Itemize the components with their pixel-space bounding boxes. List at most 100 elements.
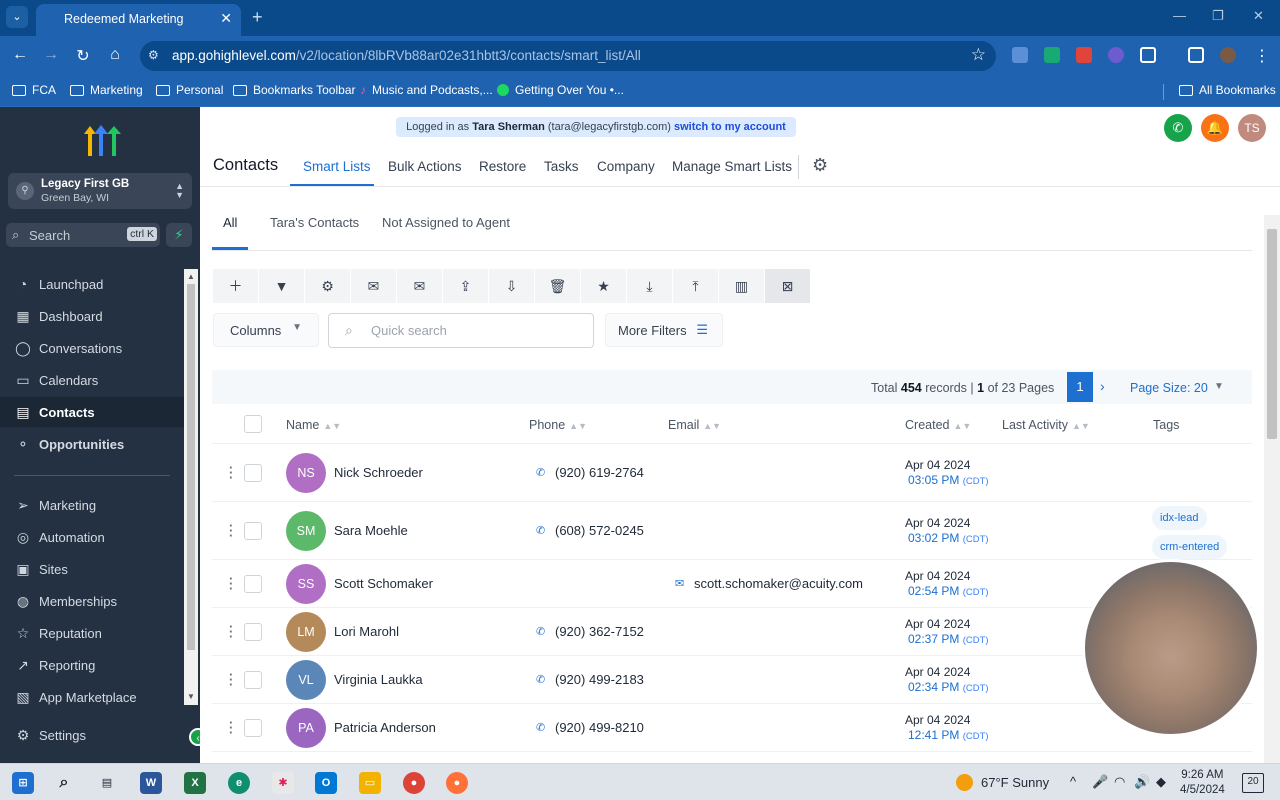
- caret-down-icon[interactable]: ▼: [1214, 381, 1224, 392]
- table-row[interactable]: · · · NS Nick Schroeder ✆ (920) 619-2764 Apr 04…: [212, 444, 1252, 502]
- drag-handle-icon[interactable]: · · ·: [229, 620, 235, 643]
- extension-red-icon[interactable]: [1076, 47, 1092, 63]
- next-page-icon[interactable]: ›: [1100, 378, 1105, 394]
- contact-name[interactable]: Nick Schroeder: [334, 465, 423, 480]
- send-email-icon[interactable]: ✉: [397, 269, 442, 303]
- contact-phone[interactable]: (920) 499-2183: [555, 672, 644, 687]
- phone-call-button[interactable]: ✆: [1164, 114, 1192, 142]
- forward-icon[interactable]: →: [41, 46, 61, 64]
- row-checkbox[interactable]: [244, 719, 262, 737]
- weather-widget[interactable]: 67°F Sunny: [956, 774, 1049, 791]
- new-tab-icon[interactable]: +: [252, 7, 263, 28]
- column-last-activity[interactable]: Last Activity ▲▼: [1002, 418, 1090, 432]
- contact-avatar[interactable]: NS: [286, 453, 326, 493]
- sidebar-item-calendars[interactable]: ▭ Calendars: [0, 365, 184, 395]
- scroll-down-icon[interactable]: ▼: [187, 692, 195, 701]
- sidebar-search[interactable]: ⌕ Search ctrl K: [6, 223, 160, 247]
- excel-icon[interactable]: X: [184, 772, 206, 794]
- contact-avatar[interactable]: PA: [286, 708, 326, 748]
- contact-phone[interactable]: (608) 572-0245: [555, 523, 644, 538]
- row-checkbox[interactable]: [244, 522, 262, 540]
- drag-handle-icon[interactable]: · · ·: [229, 519, 235, 542]
- export-icon[interactable]: ⤓: [627, 269, 672, 303]
- main-scroll-thumb[interactable]: [1267, 229, 1277, 439]
- column-email[interactable]: Email ▲▼: [668, 418, 721, 432]
- reload-icon[interactable]: ↻: [73, 46, 93, 66]
- bookmark-spotify[interactable]: Getting Over You •...: [497, 83, 624, 97]
- contact-phone[interactable]: (920) 619-2764: [555, 465, 644, 480]
- dropbox-icon[interactable]: ◆: [1156, 774, 1166, 790]
- bookmark-personal[interactable]: Personal: [156, 83, 223, 97]
- contact-name[interactable]: Sara Moehle: [334, 523, 408, 538]
- notifications-bell-icon[interactable]: 🔔: [1201, 114, 1229, 142]
- bookmark-fca[interactable]: FCA: [12, 83, 56, 97]
- smart-list-tab-not-assigned[interactable]: Not Assigned to Agent: [382, 215, 510, 230]
- windows-start-icon[interactable]: ⊞: [12, 772, 34, 794]
- search-icon[interactable]: ⌕: [53, 772, 75, 794]
- sidebar-item-reporting[interactable]: ↗ Reporting: [0, 650, 184, 680]
- location-switcher[interactable]: ⚲ Legacy First GB Green Bay, WI ▲ ▼: [8, 173, 192, 209]
- contact-avatar[interactable]: SS: [286, 564, 326, 604]
- slack-icon[interactable]: ✱: [272, 772, 294, 794]
- tab-search-button[interactable]: ⌄: [6, 6, 28, 28]
- word-icon[interactable]: W: [140, 772, 162, 794]
- contact-avatar[interactable]: LM: [286, 612, 326, 652]
- contact-avatar[interactable]: VL: [286, 660, 326, 700]
- sidebar-item-opportunities[interactable]: ⚬ Opportunities: [0, 429, 184, 459]
- quick-actions-button[interactable]: ⚡: [166, 223, 192, 247]
- bookmark-music[interactable]: ♪ Music and Podcasts,...: [360, 83, 493, 97]
- contact-phone[interactable]: (920) 362-7152: [555, 624, 644, 639]
- sidebar-item-marketing[interactable]: ➢ Marketing: [0, 490, 184, 520]
- delete-icon[interactable]: 🗑: [535, 269, 580, 303]
- tab-close-icon[interactable]: ✕: [220, 10, 232, 27]
- row-checkbox[interactable]: [244, 464, 262, 482]
- edge-icon[interactable]: e: [228, 772, 250, 794]
- tab-smart-lists[interactable]: Smart Lists: [303, 159, 371, 174]
- drag-handle-icon[interactable]: · · ·: [229, 668, 235, 691]
- sidebar-item-memberships[interactable]: ◍ Memberships: [0, 586, 184, 616]
- back-icon[interactable]: ←: [10, 46, 30, 64]
- table-row[interactable]: · · · PA Patricia Anderson ✆ (920) 499-8210 Apr…: [212, 704, 1252, 752]
- column-phone[interactable]: Phone ▲▼: [529, 418, 587, 432]
- columns-dropdown[interactable]: Columns ▼: [213, 313, 319, 347]
- extension-green-icon[interactable]: [1044, 47, 1060, 63]
- drag-handle-icon[interactable]: · · ·: [229, 716, 235, 739]
- contact-name[interactable]: Lori Marohl: [334, 624, 399, 639]
- contact-avatar[interactable]: SM: [286, 511, 326, 551]
- add-tag-icon[interactable]: ⇪: [443, 269, 488, 303]
- merge-icon[interactable]: ⊠: [765, 269, 810, 303]
- smart-list-tab-taras-contacts[interactable]: Tara's Contacts: [270, 215, 359, 230]
- smart-list-tab-all[interactable]: All: [223, 215, 237, 230]
- tab-restore[interactable]: Restore: [479, 159, 526, 174]
- profile-avatar-icon[interactable]: [1220, 47, 1236, 63]
- sidebar-item-dashboard[interactable]: ▦ Dashboard: [0, 301, 184, 331]
- bookmark-all[interactable]: All Bookmarks: [1179, 83, 1276, 97]
- contact-name[interactable]: Scott Schomaker: [334, 576, 433, 591]
- side-panel-icon[interactable]: [1188, 47, 1204, 63]
- settings-gear-icon[interactable]: ⚙: [812, 155, 828, 176]
- tab-bulk-actions[interactable]: Bulk Actions: [388, 159, 462, 174]
- table-row[interactable]: · · · SM Sara Moehle ✆ (608) 572-0245 Apr 04 20…: [212, 502, 1252, 560]
- quick-search-field[interactable]: ⌕: [328, 313, 594, 348]
- scroll-up-icon[interactable]: ▲: [187, 272, 195, 281]
- extension-devtools-icon[interactable]: [1012, 47, 1028, 63]
- bookmark-marketing[interactable]: Marketing: [70, 83, 143, 97]
- outlook-icon[interactable]: O: [315, 772, 337, 794]
- page-size-select[interactable]: Page Size: 20: [1130, 381, 1208, 395]
- user-avatar[interactable]: TS: [1238, 114, 1266, 142]
- file-explorer-icon[interactable]: ▭: [359, 772, 381, 794]
- row-checkbox[interactable]: [244, 671, 262, 689]
- contact-name[interactable]: Patricia Anderson: [334, 720, 436, 735]
- contact-name[interactable]: Virginia Laukka: [334, 672, 423, 687]
- window-close-icon[interactable]: ✕: [1253, 8, 1264, 24]
- sidebar-item-reputation[interactable]: ☆ Reputation: [0, 618, 184, 648]
- tab-manage-smart-lists[interactable]: Manage Smart Lists: [672, 159, 792, 174]
- browser-tab[interactable]: Redeemed Marketing ✕: [36, 4, 241, 36]
- sidebar-item-app-marketplace[interactable]: ▧ App Marketplace: [0, 682, 184, 712]
- notification-center-icon[interactable]: 20: [1242, 773, 1264, 793]
- select-all-checkbox[interactable]: [244, 415, 262, 433]
- filter-icon[interactable]: ▼: [259, 269, 304, 303]
- wifi-icon[interactable]: ◠: [1114, 774, 1125, 790]
- address-bar[interactable]: ⚙ app.gohighlevel.com/v2/location/8lbRVb…: [140, 41, 996, 71]
- tag-badge[interactable]: crm-entered: [1152, 535, 1228, 559]
